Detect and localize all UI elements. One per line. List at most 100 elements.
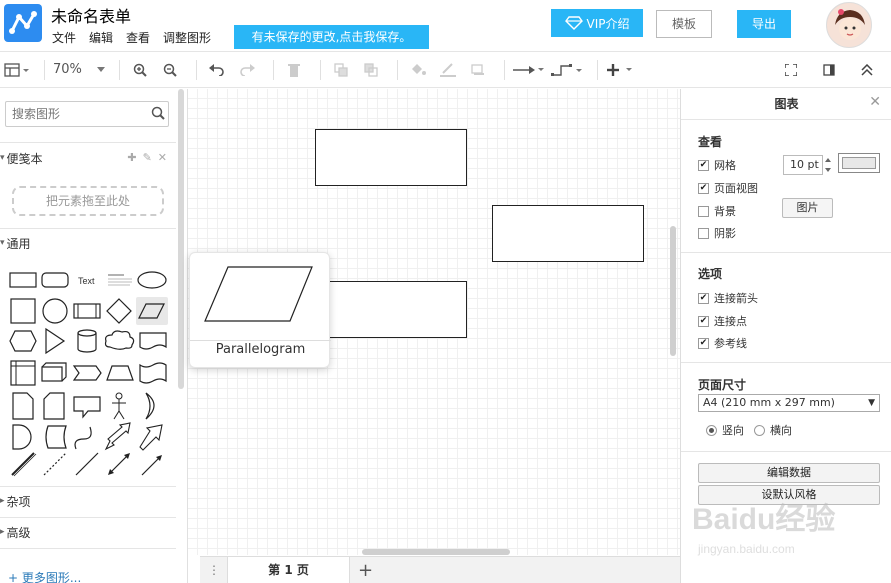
background-option[interactable]: 背景	[698, 203, 736, 219]
grid-checkbox[interactable]: ✔	[698, 159, 709, 171]
spinner-icon[interactable]	[823, 155, 833, 175]
canvas-horizontal-scrollbar[interactable]	[362, 549, 510, 555]
insert-button[interactable]	[606, 56, 636, 84]
shadow-button[interactable]	[466, 56, 490, 84]
tab-page-1[interactable]: 第 1 页	[227, 557, 350, 583]
shape-callout[interactable]	[73, 396, 101, 419]
background-checkbox[interactable]	[698, 205, 709, 217]
plus-icon[interactable]: ✚	[127, 151, 136, 164]
shape-hexagon[interactable]	[9, 330, 37, 352]
menu-view[interactable]: 查看	[126, 29, 150, 46]
shape-search-input[interactable]	[5, 101, 169, 127]
connection-points-option[interactable]: ✔ 连接点	[698, 313, 747, 329]
scratchpad-dropzone[interactable]: 把元素拖至此处	[12, 186, 164, 216]
shape-bidirectional-connector[interactable]	[108, 453, 130, 475]
unsaved-changes-notice[interactable]: 有未保存的更改,点击我保存。	[234, 25, 429, 49]
edit-data-button[interactable]: 编辑数据	[698, 463, 880, 483]
shape-process[interactable]	[73, 303, 101, 319]
portrait-radio[interactable]	[706, 424, 717, 436]
shape-data-storage[interactable]	[45, 425, 67, 449]
shape-cloud[interactable]	[104, 330, 135, 350]
menu-arrange[interactable]: 调整图形	[163, 29, 211, 46]
grid-color-swatch[interactable]	[838, 153, 880, 173]
delete-button[interactable]	[282, 56, 306, 84]
collapse-button[interactable]	[855, 56, 879, 84]
page-view-checkbox[interactable]: ✔	[698, 182, 709, 194]
canvas-vertical-scrollbar[interactable]	[670, 226, 676, 356]
shape-rounded-rectangle[interactable]	[41, 272, 69, 288]
orientation-portrait[interactable]: 竖向	[706, 422, 744, 438]
waypoints-button[interactable]	[551, 56, 583, 84]
shape-bidirectional-arrow[interactable]	[104, 422, 131, 451]
canvas-rectangle[interactable]	[328, 281, 467, 338]
add-page-button[interactable]: +	[358, 560, 373, 581]
shape-dashed-line[interactable]	[43, 452, 67, 476]
shape-directional-connector[interactable]	[141, 455, 162, 476]
format-panel-toggle[interactable]	[817, 56, 841, 84]
grid-size-input[interactable]: 10 pt	[783, 155, 823, 175]
connection-arrows-option[interactable]: ✔ 连接箭头	[698, 290, 758, 306]
shape-rectangle[interactable]	[9, 272, 37, 288]
zoom-dropdown[interactable]: 70%	[53, 56, 105, 84]
guides-checkbox[interactable]: ✔	[698, 337, 709, 349]
canvas-rectangle[interactable]	[315, 129, 467, 186]
shape-delay[interactable]	[12, 424, 32, 450]
connection-arrows-checkbox[interactable]: ✔	[698, 292, 709, 304]
advanced-section-header[interactable]: ▸ 高级	[0, 518, 175, 546]
redo-button[interactable]	[235, 56, 259, 84]
shape-step[interactable]	[72, 365, 102, 381]
scratchpad-header[interactable]: ▾ 便笺本 ✚ ✎ ✕	[0, 144, 175, 172]
close-icon[interactable]: ✕	[158, 151, 167, 164]
fill-color-button[interactable]	[406, 56, 430, 84]
shape-triangle[interactable]	[45, 327, 66, 355]
shape-document[interactable]	[139, 332, 167, 350]
panel-layout-button[interactable]	[4, 56, 30, 84]
zoom-in-button[interactable]	[128, 56, 152, 84]
template-button[interactable]: 模板	[656, 10, 712, 38]
shape-cube[interactable]	[41, 362, 67, 382]
menu-edit[interactable]: 编辑	[89, 29, 113, 46]
shape-line[interactable]	[75, 452, 99, 476]
line-color-button[interactable]	[436, 56, 460, 84]
shape-card[interactable]	[43, 392, 65, 420]
close-icon[interactable]: ✕	[869, 94, 881, 110]
shape-diamond[interactable]	[106, 298, 132, 324]
shadow-checkbox[interactable]	[698, 227, 709, 239]
shape-or[interactable]	[145, 392, 155, 420]
app-logo[interactable]	[4, 4, 42, 42]
shadow-option[interactable]: 阴影	[698, 225, 736, 241]
shape-square[interactable]	[10, 298, 36, 324]
default-style-button[interactable]: 设默认风格	[698, 485, 880, 505]
shape-tape[interactable]	[139, 362, 167, 384]
page-menu-icon[interactable]: ⋮	[208, 563, 220, 577]
shape-ellipse[interactable]	[137, 271, 167, 289]
connection-points-checkbox[interactable]: ✔	[698, 315, 709, 327]
canvas-rectangle[interactable]	[492, 205, 644, 262]
shape-arrow[interactable]	[139, 424, 163, 451]
pencil-icon[interactable]: ✎	[143, 151, 152, 164]
page-view-option[interactable]: ✔ 页面视图	[698, 180, 758, 196]
shape-curve[interactable]	[74, 426, 92, 450]
general-section-header[interactable]: ▾ 通用	[0, 229, 175, 257]
shape-cylinder[interactable]	[77, 329, 97, 353]
undo-button[interactable]	[205, 56, 229, 84]
background-image-button[interactable]: 图片	[782, 198, 833, 218]
orientation-landscape[interactable]: 横向	[754, 422, 792, 438]
connection-style-button[interactable]	[513, 56, 545, 84]
shape-internal-storage[interactable]	[10, 360, 36, 386]
sidebar-scrollbar[interactable]	[178, 89, 184, 389]
menu-file[interactable]: 文件	[52, 29, 76, 46]
more-shapes-link[interactable]: + 更多图形...	[8, 569, 81, 583]
shape-text[interactable]: Text	[78, 276, 95, 286]
to-back-button[interactable]	[359, 56, 383, 84]
user-avatar[interactable]	[826, 2, 872, 48]
to-front-button[interactable]	[329, 56, 353, 84]
guides-option[interactable]: ✔ 参考线	[698, 335, 747, 351]
shape-trapezoid[interactable]	[106, 365, 134, 381]
zoom-out-button[interactable]	[158, 56, 182, 84]
misc-section-header[interactable]: ▸ 杂项	[0, 487, 175, 515]
paper-size-select[interactable]: A4 (210 mm x 297 mm) ▼	[698, 394, 880, 412]
shape-note[interactable]	[12, 392, 34, 420]
shape-textbox[interactable]	[108, 274, 132, 286]
export-button[interactable]: 导出	[737, 10, 791, 38]
